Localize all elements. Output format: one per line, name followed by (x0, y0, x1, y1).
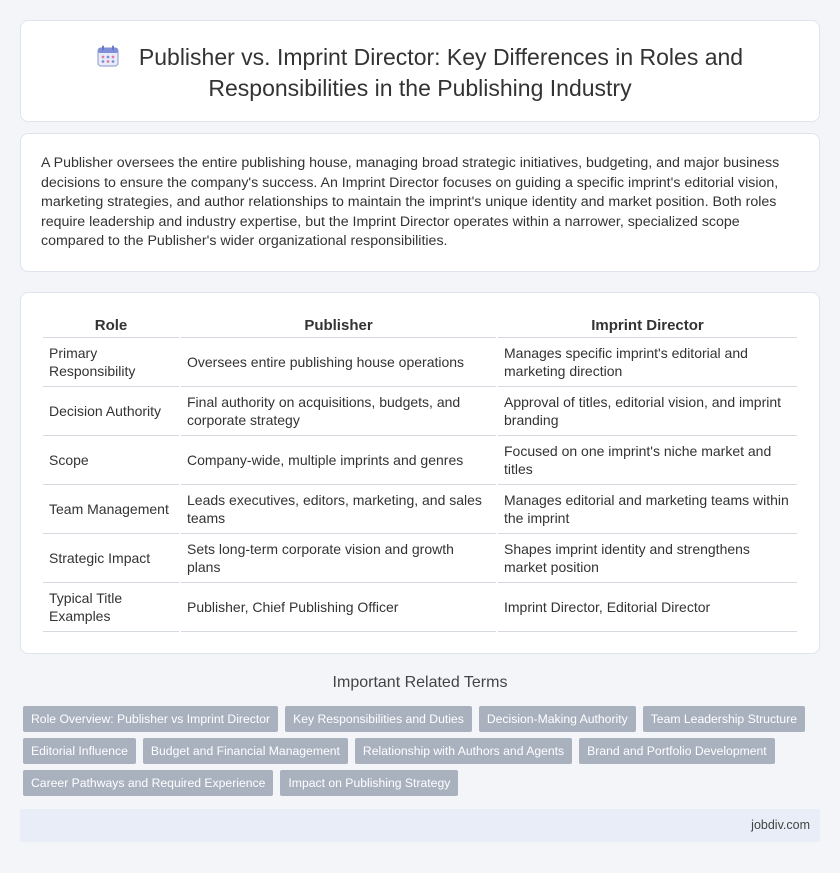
footer-site-link[interactable]: jobdiv.com (751, 818, 810, 832)
table-cell: Strategic Impact (43, 534, 179, 583)
page-title: Publisher vs. Imprint Director: Key Diff… (21, 43, 819, 103)
header-card: Publisher vs. Imprint Director: Key Diff… (20, 20, 820, 122)
table-cell: Final authority on acquisitions, budgets… (181, 387, 496, 436)
table-cell: Primary Responsibility (43, 338, 179, 387)
related-tag[interactable]: Relationship with Authors and Agents (354, 738, 573, 764)
table-cell: Decision Authority (43, 387, 179, 436)
calendar-icon (97, 45, 119, 74)
table-row: Team Management Leads executives, editor… (43, 485, 797, 534)
table-cell: Team Management (43, 485, 179, 534)
intro-card: A Publisher oversees the entire publishi… (20, 133, 820, 272)
table-row: Scope Company-wide, multiple imprints an… (43, 436, 797, 485)
footer-bar: jobdiv.com (20, 809, 820, 842)
intro-paragraph: A Publisher oversees the entire publishi… (41, 155, 780, 250)
table-cell: Shapes imprint identity and strengthens … (498, 534, 797, 583)
table-cell: Leads executives, editors, marketing, an… (181, 485, 496, 534)
table-row: Decision Authority Final authority on ac… (43, 387, 797, 436)
table-cell: Scope (43, 436, 179, 485)
comparison-table-card: Role Publisher Imprint Director Primary … (20, 292, 820, 654)
table-cell: Focused on one imprint's niche market an… (498, 436, 797, 485)
header-role: Role (43, 315, 179, 338)
related-tag[interactable]: Budget and Financial Management (142, 738, 348, 764)
related-tag[interactable]: Role Overview: Publisher vs Imprint Dire… (23, 706, 279, 732)
table-cell: Typical Title Examples (43, 583, 179, 632)
related-tag[interactable]: Decision-Making Authority (478, 706, 636, 732)
title-line-1: Publisher vs. Imprint Director: Key Diff… (138, 44, 744, 70)
related-tag[interactable]: Impact on Publishing Strategy (280, 770, 459, 796)
table-row: Typical Title Examples Publisher, Chief … (43, 583, 797, 632)
table-cell: Company-wide, multiple imprints and genr… (181, 436, 496, 485)
related-tag[interactable]: Brand and Portfolio Development (579, 738, 775, 764)
table-row: Strategic Impact Sets long-term corporat… (43, 534, 797, 583)
table-cell: Publisher, Chief Publishing Officer (181, 583, 496, 632)
related-tag[interactable]: Key Responsibilities and Duties (285, 706, 472, 732)
table-header-row: Role Publisher Imprint Director (43, 315, 797, 338)
table-cell: Imprint Director, Editorial Director (498, 583, 797, 632)
header-imprint-director: Imprint Director (498, 315, 797, 338)
related-terms-tags: Role Overview: Publisher vs Imprint Dire… (23, 706, 823, 796)
table-cell: Oversees entire publishing house operati… (181, 338, 496, 387)
table-cell: Sets long-term corporate vision and grow… (181, 534, 496, 583)
table-row: Primary Responsibility Oversees entire p… (43, 338, 797, 387)
table-cell: Manages editorial and marketing teams wi… (498, 485, 797, 534)
title-line-2: Responsibilities in the Publishing Indus… (208, 75, 632, 101)
table-cell: Manages specific imprint's editorial and… (498, 338, 797, 387)
table-cell: Approval of titles, editorial vision, an… (498, 387, 797, 436)
header-publisher: Publisher (181, 315, 496, 338)
related-tag[interactable]: Team Leadership Structure (642, 706, 806, 732)
related-tag[interactable]: Editorial Influence (23, 738, 136, 764)
related-terms-title: Important Related Terms (332, 674, 508, 691)
comparison-table: Role Publisher Imprint Director Primary … (41, 315, 799, 632)
related-tag[interactable]: Career Pathways and Required Experience (23, 770, 274, 796)
